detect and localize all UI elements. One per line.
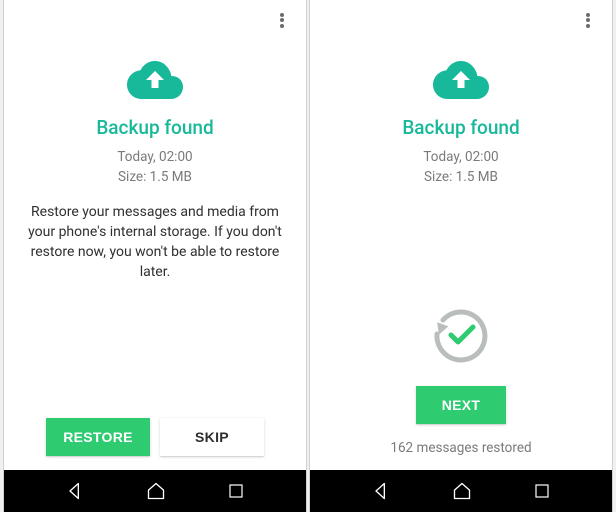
- page-title: Backup found: [402, 116, 519, 139]
- backup-meta: Today, 02:00 Size: 1.5 MB: [423, 147, 498, 188]
- backup-meta: Today, 02:00 Size: 1.5 MB: [117, 147, 192, 188]
- backup-time: Today, 02:00: [117, 147, 192, 167]
- restore-button[interactable]: RESTORE: [46, 418, 150, 456]
- nav-recents-button[interactable]: [227, 482, 245, 500]
- button-bar: RESTORE SKIP: [4, 418, 306, 470]
- restore-done-content: Backup found Today, 02:00 Size: 1.5 MB: [310, 40, 612, 302]
- cloud-upload-icon: [127, 60, 183, 104]
- restore-prompt-content: Backup found Today, 02:00 Size: 1.5 MB R…: [4, 40, 306, 418]
- skip-button[interactable]: SKIP: [160, 418, 264, 456]
- restore-status: 162 messages restored: [390, 440, 531, 456]
- restore-description: Restore your messages and media from you…: [24, 202, 286, 283]
- backup-size: Size: 1.5 MB: [423, 167, 498, 187]
- app-bar: [4, 0, 306, 40]
- android-navbar: [4, 470, 306, 512]
- nav-back-button[interactable]: [371, 481, 391, 501]
- backup-size: Size: 1.5 MB: [117, 167, 192, 187]
- nav-home-button[interactable]: [452, 481, 472, 501]
- next-button[interactable]: NEXT: [416, 386, 506, 424]
- restore-complete-icon: [429, 302, 493, 370]
- nav-home-button[interactable]: [146, 481, 166, 501]
- page-title: Backup found: [96, 116, 213, 139]
- cloud-upload-icon: [433, 60, 489, 104]
- phone-left: Backup found Today, 02:00 Size: 1.5 MB R…: [3, 0, 307, 512]
- nav-recents-button[interactable]: [533, 482, 551, 500]
- backup-time: Today, 02:00: [423, 147, 498, 167]
- footer: NEXT 162 messages restored: [310, 302, 612, 470]
- android-navbar: [310, 470, 612, 512]
- overflow-menu-button[interactable]: [572, 4, 604, 36]
- overflow-menu-button[interactable]: [266, 4, 298, 36]
- nav-back-button[interactable]: [65, 481, 85, 501]
- app-bar: [310, 0, 612, 40]
- phone-right: Backup found Today, 02:00 Size: 1.5 MB N…: [309, 0, 613, 512]
